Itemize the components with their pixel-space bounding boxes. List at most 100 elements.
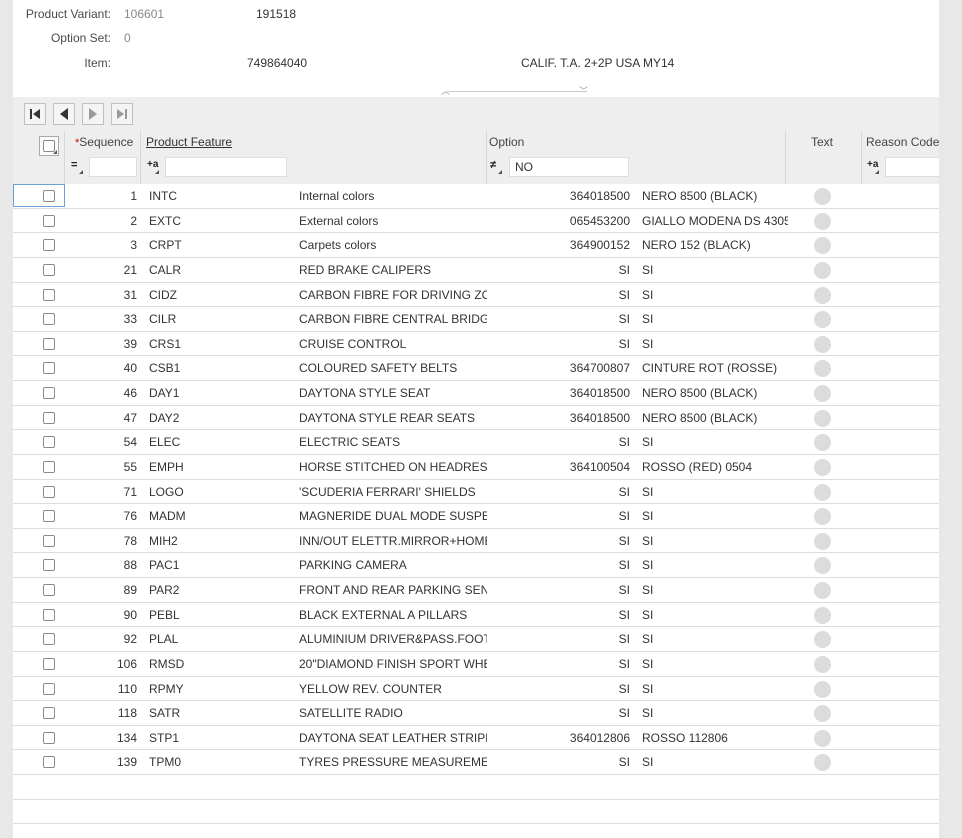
row-checkbox[interactable]: [43, 214, 55, 227]
prev-page-button[interactable]: [53, 103, 75, 125]
row-checkbox[interactable]: [43, 411, 55, 424]
table-row[interactable]: 31 CIDZ CARBON FIBRE FOR DRIVING ZON SI SI: [13, 283, 939, 308]
text-indicator-icon[interactable]: [814, 237, 831, 255]
feature-code-cell: MIH2: [149, 533, 178, 548]
row-checkbox[interactable]: [43, 436, 55, 449]
table-row[interactable]: 90 PEBL BLACK EXTERNAL A PILLARS SI SI: [13, 603, 939, 628]
sequence-column-header[interactable]: *Sequence =: [65, 131, 141, 184]
row-checkbox[interactable]: [43, 337, 55, 350]
reason-code-filter-input[interactable]: [885, 157, 939, 177]
option-code-cell: 364018500: [569, 189, 630, 203]
table-row[interactable]: 78 MIH2 INN/OUT ELETTR.MIRROR+HOME SI SI: [13, 529, 939, 554]
text-indicator-icon[interactable]: [814, 212, 831, 230]
table-row[interactable]: 46 DAY1 DAYTONA STYLE SEAT 364018500 NERO 85…: [13, 381, 939, 406]
panel-splitter[interactable]: ︿ ﹀: [13, 86, 939, 97]
row-checkbox[interactable]: [43, 534, 55, 547]
option-description-cell: SI: [642, 632, 654, 647]
item-label: Item:: [84, 56, 111, 70]
text-column-header[interactable]: Text: [786, 131, 862, 184]
text-indicator-icon[interactable]: [814, 188, 831, 205]
product-feature-header-label[interactable]: Product Feature: [146, 135, 232, 149]
text-indicator-icon[interactable]: [814, 729, 831, 747]
text-indicator-icon[interactable]: [814, 631, 831, 649]
table-row[interactable]: 33 CILR CARBON FIBRE CENTRAL BRIDGE SI SI: [13, 307, 939, 332]
text-indicator-icon[interactable]: [814, 508, 831, 526]
row-checkbox[interactable]: [43, 485, 55, 498]
equals-operator-icon[interactable]: =: [71, 159, 83, 174]
row-checkbox[interactable]: [43, 559, 55, 572]
row-checkbox[interactable]: [43, 731, 55, 744]
table-row[interactable]: 110 RPMY YELLOW REV. COUNTER SI SI: [13, 677, 939, 702]
row-checkbox[interactable]: [43, 190, 55, 202]
text-indicator-icon[interactable]: [814, 261, 831, 279]
text-indicator-icon[interactable]: [814, 582, 831, 599]
row-checkbox[interactable]: [43, 263, 55, 276]
first-page-button[interactable]: [24, 103, 46, 125]
row-checkbox[interactable]: [43, 707, 55, 720]
row-checkbox[interactable]: [43, 657, 55, 670]
row-checkbox[interactable]: [43, 510, 55, 523]
sequence-filter-input[interactable]: [89, 157, 137, 177]
text-indicator-icon[interactable]: [814, 286, 831, 304]
text-indicator-icon[interactable]: [814, 655, 831, 673]
text-indicator-icon[interactable]: [814, 335, 831, 353]
table-row[interactable]: 139 TPM0 TYRES PRESSURE MEASUREMENT SI SI: [13, 750, 939, 775]
not-equals-operator-icon[interactable]: ≠: [490, 159, 502, 174]
text-indicator-icon[interactable]: [814, 606, 831, 624]
option-code-cell: 364018500: [569, 410, 630, 425]
text-indicator-icon[interactable]: [814, 680, 831, 698]
text-indicator-icon[interactable]: [814, 705, 831, 723]
product-feature-filter-input[interactable]: [165, 157, 287, 177]
text-indicator-icon[interactable]: [814, 754, 831, 772]
row-checkbox[interactable]: [43, 313, 55, 326]
table-row[interactable]: 71 LOGO 'SCUDERIA FERRARI' SHIELDS SI SI: [13, 480, 939, 505]
table-row[interactable]: 76 MADM MAGNERIDE DUAL MODE SUSPEN SI SI: [13, 504, 939, 529]
grid-header: *Sequence = Product Feature +a Option ≠ …: [13, 131, 939, 184]
text-indicator-icon[interactable]: [814, 434, 831, 452]
table-row[interactable]: 55 EMPH HORSE STITCHED ON HEADREST 36410050…: [13, 455, 939, 480]
table-row[interactable]: 40 CSB1 COLOURED SAFETY BELTS 364700807 CINT…: [13, 356, 939, 381]
row-checkbox[interactable]: [43, 756, 55, 769]
table-row[interactable]: 134 STP1 DAYTONA SEAT LEATHER STRIPE: 36401…: [13, 726, 939, 751]
table-row[interactable]: 3 CRPT Carpets colors 364900152 NERO 152 (BL…: [13, 233, 939, 258]
text-indicator-icon[interactable]: [814, 311, 831, 329]
table-row[interactable]: 118 SATR SATELLITE RADIO SI SI: [13, 701, 939, 726]
last-page-button[interactable]: [111, 103, 133, 125]
text-indicator-icon[interactable]: [814, 532, 831, 550]
option-column-header[interactable]: Option ≠: [487, 131, 635, 184]
next-page-button[interactable]: [82, 103, 104, 125]
table-row[interactable]: 47 DAY2 DAYTONA STYLE REAR SEATS 364018500 N…: [13, 406, 939, 431]
table-row[interactable]: 2 EXTC External colors 065453200 GIALLO MODE…: [13, 209, 939, 234]
row-checkbox[interactable]: [43, 633, 55, 646]
text-indicator-icon[interactable]: [814, 409, 831, 427]
row-checkbox[interactable]: [43, 239, 55, 252]
table-row[interactable]: 92 PLAL ALUMINIUM DRIVER&PASS.FOOTF SI SI: [13, 627, 939, 652]
row-checkbox[interactable]: [43, 682, 55, 695]
text-indicator-icon[interactable]: [814, 557, 831, 575]
row-checkbox[interactable]: [43, 460, 55, 473]
table-row[interactable]: 54 ELEC ELECTRIC SEATS SI SI: [13, 430, 939, 455]
table-row[interactable]: 39 CRS1 CRUISE CONTROL SI SI: [13, 332, 939, 357]
row-checkbox[interactable]: [43, 608, 55, 621]
table-row[interactable]: 89 PAR2 FRONT AND REAR PARKING SENS SI SI: [13, 578, 939, 603]
option-filter-input[interactable]: [509, 157, 629, 177]
text-indicator-icon[interactable]: [814, 483, 831, 501]
table-row[interactable]: 106 RMSD 20"DIAMOND FINISH SPORT WHE SI SI: [13, 652, 939, 677]
reason-code-column-header[interactable]: Reason Code +a: [862, 131, 939, 184]
contains-operator-icon[interactable]: +a: [867, 159, 879, 174]
text-indicator-icon[interactable]: [814, 458, 831, 476]
feature-code-cell: CALR: [149, 262, 182, 277]
table-row[interactable]: 21 CALR RED BRAKE CALIPERS SI SI: [13, 258, 939, 283]
text-indicator-icon[interactable]: [814, 385, 831, 402]
product-feature-column-header[interactable]: Product Feature +a: [141, 131, 293, 184]
table-row[interactable]: 1 INTC Internal colors 364018500 NERO 8500 (…: [13, 184, 939, 209]
row-checkbox[interactable]: [43, 288, 55, 301]
row-checkbox[interactable]: [43, 584, 55, 596]
text-indicator-icon[interactable]: [814, 360, 831, 378]
contains-operator-icon[interactable]: +a: [147, 159, 159, 174]
row-checkbox[interactable]: [43, 362, 55, 375]
sequence-cell: 90: [123, 607, 137, 622]
select-all-checkbox[interactable]: [39, 136, 59, 156]
table-row[interactable]: 88 PAC1 PARKING CAMERA SI SI: [13, 553, 939, 578]
row-checkbox[interactable]: [43, 387, 55, 399]
